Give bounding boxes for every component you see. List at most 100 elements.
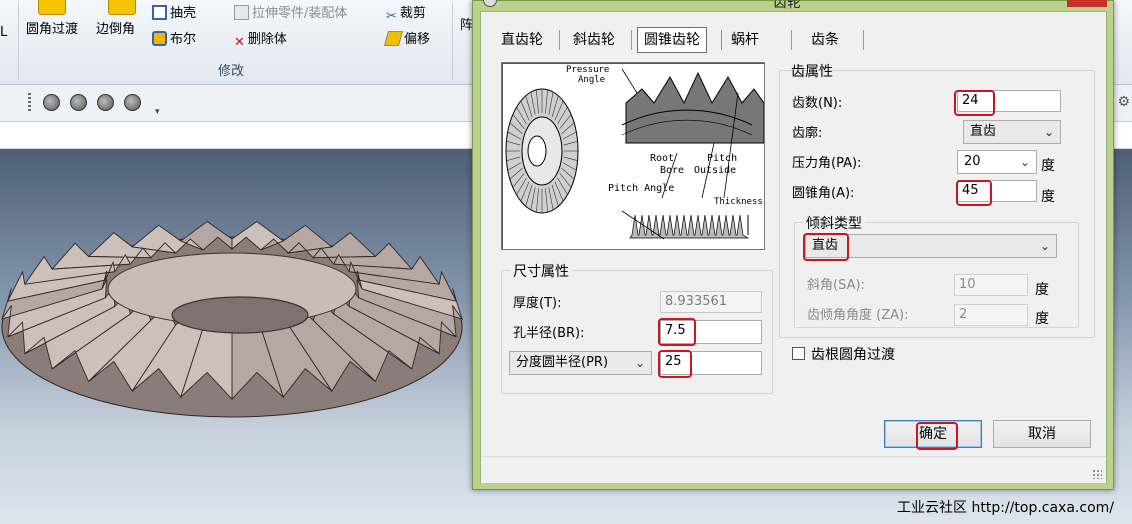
trim-button[interactable]: ✂ 裁剪 <box>386 2 426 24</box>
tab-separator <box>559 30 560 50</box>
gear-bore <box>171 296 309 334</box>
size-properties-legend: 尺寸属性 <box>510 261 572 281</box>
toolbar-grip[interactable] <box>28 93 31 111</box>
bore-radius-label: 孔半径(BR): <box>513 326 585 341</box>
dialog-client: 直齿轮 斜齿轮 圆锥齿轮 蜗杆 齿条 Pressure Angle Root P… <box>480 11 1107 483</box>
root-fillet-checkbox[interactable] <box>792 347 805 360</box>
tooth-profile-label: 齿廓: <box>792 126 823 141</box>
thickness-readonly-field[interactable]: 8.933561 <box>660 291 762 313</box>
label-bore: Bore <box>660 165 684 176</box>
tab-rack[interactable]: 齿条 <box>805 28 845 52</box>
dialog-statusbar <box>481 456 1106 483</box>
tab-worm[interactable]: 蜗杆 <box>725 28 765 52</box>
tooth-profile-value: 直齿 <box>970 124 997 139</box>
pitch-radius-option: 分度圆半径(PR) <box>516 355 609 370</box>
tab-spur-gear[interactable]: 直齿轮 <box>495 28 549 52</box>
bevel-gear-model[interactable] <box>0 149 470 524</box>
chevron-down-icon: ⌄ <box>634 356 645 370</box>
chevron-down-icon: ⌄ <box>1039 239 1050 253</box>
dialog-titlebar[interactable]: 齿轮 <box>473 0 1113 11</box>
ribbon-separator <box>452 2 453 80</box>
view-sphere-icon[interactable] <box>97 94 114 111</box>
gear-type-tabs: 直齿轮 斜齿轮 圆锥齿轮 蜗杆 齿条 <box>481 27 1106 53</box>
pressure-angle-unit: 度 <box>1041 158 1055 174</box>
ribbon-separator <box>18 2 19 80</box>
tooth-properties-legend: 齿属性 <box>791 64 833 80</box>
offset-button[interactable]: 偏移 <box>383 28 431 47</box>
cone-angle-input[interactable]: 45 <box>957 180 1037 202</box>
tooth-profile-select[interactable]: 直齿 ⌄ <box>963 120 1061 144</box>
tab-separator <box>721 30 722 50</box>
ribbon-group-label: 修改 <box>218 64 245 79</box>
tab-bevel-gear[interactable]: 圆锥齿轮 <box>637 27 707 53</box>
fillet-button[interactable]: 圆角过渡 <box>26 18 78 37</box>
resize-grip-icon[interactable] <box>1092 469 1102 479</box>
label-thickness: Thickness <box>714 197 763 207</box>
teeth-count-label: 齿数(N): <box>792 96 843 111</box>
label-outside: Outside <box>694 165 736 176</box>
ok-button[interactable]: 确定 <box>884 420 982 448</box>
cone-angle-label: 圆锥角(A): <box>792 186 855 201</box>
ribbon-cut-left-label: L <box>0 25 8 40</box>
stretch-button[interactable]: 拉伸零件/装配体 <box>234 2 347 21</box>
helix-type-select[interactable]: 直齿 ⌄ <box>805 234 1057 258</box>
boolean-icon <box>152 31 167 46</box>
stretch-label: 拉伸零件/装配体 <box>252 6 348 21</box>
trim-label: 裁剪 <box>399 6 426 21</box>
tooth-tilt-unit: 度 <box>1035 311 1049 327</box>
gear-dialog: 齿轮 直齿轮 斜齿轮 圆锥齿轮 蜗杆 齿条 Pressure Angle Roo… <box>472 0 1114 490</box>
teeth-count-input[interactable]: 24 <box>957 90 1061 112</box>
watermark: 工业云社区 http://top.caxa.com/ <box>897 500 1114 516</box>
chamfer-button[interactable]: 边倒角 <box>96 18 135 37</box>
bore-radius-input[interactable]: 7.5 <box>660 320 762 344</box>
view-sphere-icon[interactable] <box>70 94 87 111</box>
shell-button[interactable]: 抽壳 <box>152 2 196 21</box>
helix-angle-label: 斜角(SA): <box>807 278 865 293</box>
helix-type-legend: 倾斜类型 <box>803 213 865 233</box>
bevel-gear-diagram: Pressure Angle Root Pitch Bore Outside P… <box>501 62 765 250</box>
cancel-button[interactable]: 取消 <box>993 420 1091 448</box>
tab-separator <box>631 30 632 50</box>
stretch-icon <box>234 5 249 20</box>
label-root: Root <box>650 153 674 164</box>
offset-label: 偏移 <box>404 32 431 47</box>
tab-separator <box>863 30 864 50</box>
dialog-app-icon <box>483 0 497 7</box>
gear-diagram-drawing: Pressure Angle Root Pitch Bore Outside P… <box>505 65 764 240</box>
thickness-label: 厚度(T): <box>513 296 562 311</box>
label-angle: Angle <box>578 75 605 85</box>
label-pitch: Pitch <box>707 153 737 164</box>
offset-icon <box>383 31 404 46</box>
helix-angle-unit: 度 <box>1035 282 1049 298</box>
label-pressure: Pressure <box>566 65 609 75</box>
shell-label: 抽壳 <box>170 6 197 21</box>
pressure-angle-select[interactable]: 20 ⌄ <box>957 150 1037 174</box>
chamfer-icon <box>108 0 136 15</box>
view-sphere-icon[interactable] <box>43 94 60 111</box>
close-button[interactable] <box>1067 0 1107 7</box>
settings-icon[interactable]: ⚙ <box>1117 94 1130 110</box>
delete-body-button[interactable]: ✕ 删除体 <box>234 28 287 50</box>
tooth-tilt-label: 齿倾角角度 (ZA): <box>807 308 909 323</box>
cone-angle-unit: 度 <box>1041 189 1055 205</box>
pitch-radius-select[interactable]: 分度圆半径(PR) ⌄ <box>509 351 652 375</box>
root-fillet-label[interactable]: 齿根圆角过渡 <box>811 344 895 364</box>
helix-angle-input[interactable]: 10 <box>954 274 1028 296</box>
pressure-angle-label: 压力角(PA): <box>792 156 862 171</box>
pressure-angle-value: 20 <box>964 154 981 169</box>
helix-type-value: 直齿 <box>812 238 839 253</box>
boolean-label: 布尔 <box>170 32 197 47</box>
boolean-button[interactable]: 布尔 <box>152 28 196 47</box>
toolbar-overflow-icon[interactable]: ▾ <box>155 107 160 117</box>
tooth-tilt-input[interactable]: 2 <box>954 304 1028 326</box>
tab-separator <box>791 30 792 50</box>
chevron-down-icon: ⌄ <box>1019 155 1030 169</box>
scissors-icon: ✂ <box>386 9 397 24</box>
delete-body-icon: ✕ <box>234 35 245 50</box>
tab-helical-gear[interactable]: 斜齿轮 <box>567 28 621 52</box>
label-pitch-angle: Pitch Angle <box>608 183 674 194</box>
pitch-radius-input[interactable]: 25 <box>660 351 762 375</box>
shell-icon <box>152 5 167 20</box>
fillet-icon <box>38 0 66 15</box>
view-sphere-icon[interactable] <box>124 94 141 111</box>
